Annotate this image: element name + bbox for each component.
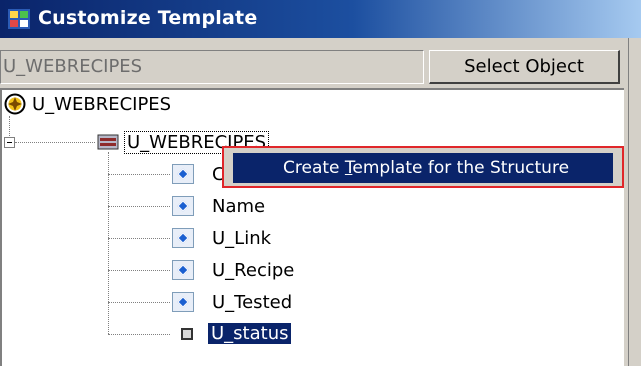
- tree-field-label-selected[interactable]: U_status: [208, 323, 292, 344]
- panel-edge: [628, 38, 641, 366]
- selected-object-field[interactable]: U_WEBRECIPES: [0, 50, 424, 84]
- select-object-button[interactable]: Select Object: [429, 50, 620, 84]
- template-app-icon: [8, 9, 30, 29]
- tree-field-label[interactable]: U_Tested: [212, 292, 292, 313]
- tree-connector: [108, 174, 170, 175]
- tree-connector: [108, 152, 109, 334]
- tree-connector: [108, 238, 170, 239]
- field-icon: [172, 196, 194, 216]
- root-object-icon: [4, 93, 26, 115]
- field-icon: [172, 228, 194, 248]
- menu-item-text-prefix: Create: [283, 158, 345, 178]
- menu-item-text-suffix: emplate for the Structure: [352, 158, 570, 178]
- tree-connector: [108, 302, 170, 303]
- customize-template-window: Customize Template U_WEBRECIPES Select O…: [0, 0, 641, 366]
- field-icon: [172, 260, 194, 280]
- tree-field-label[interactable]: Name: [212, 196, 265, 217]
- tree-field-label[interactable]: U_Recipe: [212, 260, 294, 281]
- field-icon: [172, 164, 194, 184]
- context-menu: Create Template for the Structure: [222, 146, 624, 188]
- create-template-menu-item[interactable]: Create Template for the Structure: [233, 153, 613, 183]
- collapse-toggle[interactable]: [4, 137, 15, 148]
- tree-connector: [108, 334, 170, 335]
- structure-icon: [97, 133, 119, 151]
- tree-connector: [15, 142, 95, 143]
- field-icon: [172, 292, 194, 312]
- tree-connector: [108, 270, 170, 271]
- structure-tree[interactable]: U_WEBRECIPES U_WEBRECIPES Co Name U_Link…: [0, 88, 624, 366]
- tree-connector: [108, 206, 170, 207]
- status-field-icon: [177, 324, 197, 344]
- tree-field-label[interactable]: U_Link: [212, 228, 271, 249]
- title-bar: Customize Template: [0, 0, 641, 38]
- window-title: Customize Template: [38, 7, 258, 29]
- tree-root-label[interactable]: U_WEBRECIPES: [32, 94, 171, 115]
